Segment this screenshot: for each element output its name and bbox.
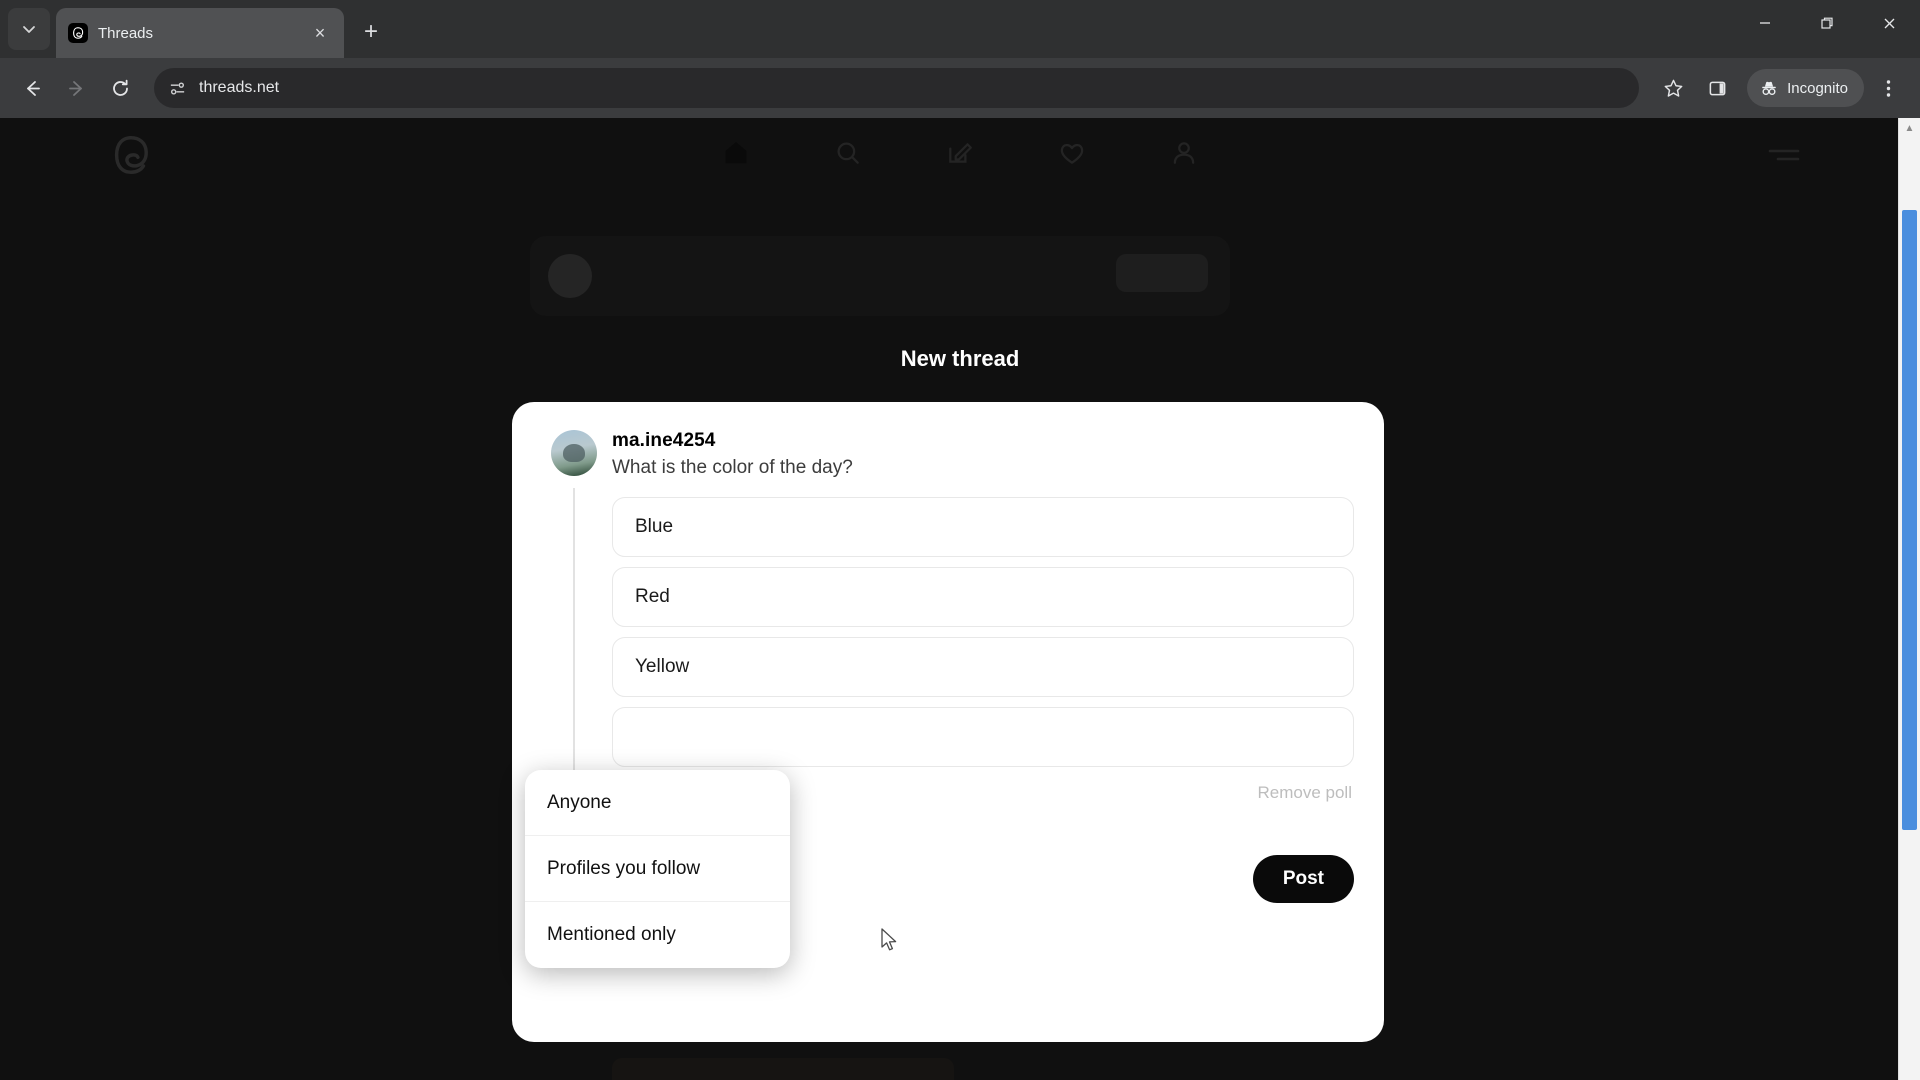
poll-option-3[interactable]: Yellow: [612, 637, 1354, 697]
close-window-button[interactable]: [1858, 0, 1920, 46]
star-icon: [1664, 79, 1683, 97]
arrow-right-icon: [68, 80, 82, 96]
thread-connector-line: [573, 488, 575, 803]
modal-title: New thread: [900, 346, 1020, 371]
feed-post-media[interactable]: [612, 1058, 954, 1080]
site-settings-icon[interactable]: [168, 79, 187, 98]
compose-icon: [949, 143, 972, 163]
address-bar[interactable]: threads.net: [154, 68, 1640, 108]
window-controls: [1734, 0, 1920, 46]
nav-create[interactable]: [937, 130, 983, 176]
browser-tab-threads[interactable]: Threads ×: [56, 8, 344, 58]
composer-text[interactable]: What is the color of the day?: [612, 457, 1354, 479]
audience-option-anyone[interactable]: Anyone: [525, 770, 790, 836]
three-dot-menu-icon: [1886, 79, 1890, 97]
composer-username: ma.ine4254: [612, 430, 716, 451]
composer-body: ma.ine4254 What is the color of the day?…: [606, 430, 1354, 803]
close-icon: [1884, 18, 1894, 28]
poll-option-1[interactable]: Blue: [612, 497, 1354, 557]
maximize-button[interactable]: [1796, 0, 1858, 46]
heart-icon: [1060, 143, 1084, 164]
app-header: [0, 118, 1920, 194]
incognito-label: Incognito: [1787, 79, 1848, 97]
bookmark-button[interactable]: [1653, 68, 1693, 108]
arrow-left-icon: [26, 80, 40, 96]
browser-menu-button[interactable]: [1868, 68, 1908, 108]
minimize-button[interactable]: [1734, 0, 1796, 46]
hamburger-menu-icon: [1768, 149, 1800, 161]
person-icon: [1173, 142, 1195, 164]
forward-button[interactable]: [56, 68, 96, 108]
remove-poll-button[interactable]: Remove poll: [1258, 783, 1353, 803]
avatar: [551, 430, 597, 476]
threads-logo-icon[interactable]: [108, 132, 154, 178]
tab-strip: Threads × +: [0, 0, 1920, 58]
url-text: threads.net: [199, 79, 280, 96]
audience-dropdown: Anyone Profiles you follow Mentioned onl…: [525, 770, 790, 968]
audience-option-mentioned-only[interactable]: Mentioned only: [525, 902, 790, 968]
avatar: [548, 254, 592, 298]
reload-icon: [112, 79, 128, 96]
app-nav: [713, 130, 1207, 176]
browser-toolbar: threads.net Incognito: [0, 58, 1920, 118]
reload-button[interactable]: [100, 68, 140, 108]
poll-option-4[interactable]: [612, 707, 1354, 767]
post-button[interactable]: Post: [1252, 855, 1354, 903]
scrollbar-thumb[interactable]: [1902, 210, 1917, 830]
page-scrollbar[interactable]: ▲: [1898, 118, 1920, 1080]
chevron-down-icon: [23, 26, 35, 33]
minimize-icon: [1760, 22, 1770, 24]
audience-option-profiles-you-follow[interactable]: Profiles you follow: [525, 836, 790, 902]
home-icon: [725, 142, 747, 164]
poll-option-2[interactable]: Red: [612, 567, 1354, 627]
scroll-up-arrow[interactable]: ▲: [1899, 118, 1920, 138]
side-panel-icon: [1709, 81, 1725, 95]
close-icon[interactable]: ×: [308, 21, 332, 45]
nav-home[interactable]: [713, 130, 759, 176]
nav-profile[interactable]: [1161, 130, 1207, 176]
poll-editor: Blue Red Yellow: [612, 497, 1354, 767]
incognito-indicator[interactable]: Incognito: [1747, 69, 1864, 107]
incognito-hat-icon: [1759, 78, 1779, 98]
app-menu-button[interactable]: [1766, 144, 1802, 166]
tab-search-button[interactable]: [8, 8, 50, 50]
side-panel-button[interactable]: [1697, 68, 1737, 108]
threads-logo-icon: [68, 23, 88, 43]
page-viewport: For you New thread ma.ine4254 What is th…: [0, 118, 1920, 1080]
follow-button[interactable]: [1116, 254, 1208, 292]
composer: ma.ine4254 What is the color of the day?…: [542, 430, 1354, 803]
search-icon: [837, 142, 859, 164]
browser-window: Threads × + threads.net Incognito New th…: [0, 0, 1920, 1080]
back-button[interactable]: [12, 68, 52, 108]
nav-activity[interactable]: [1049, 130, 1095, 176]
composer-avatar-column: [542, 430, 606, 803]
tab-title: Threads: [98, 24, 154, 42]
nav-search[interactable]: [825, 130, 871, 176]
background-feed-post: [530, 236, 1230, 316]
restore-icon: [1821, 17, 1833, 29]
new-tab-button[interactable]: +: [354, 15, 388, 49]
